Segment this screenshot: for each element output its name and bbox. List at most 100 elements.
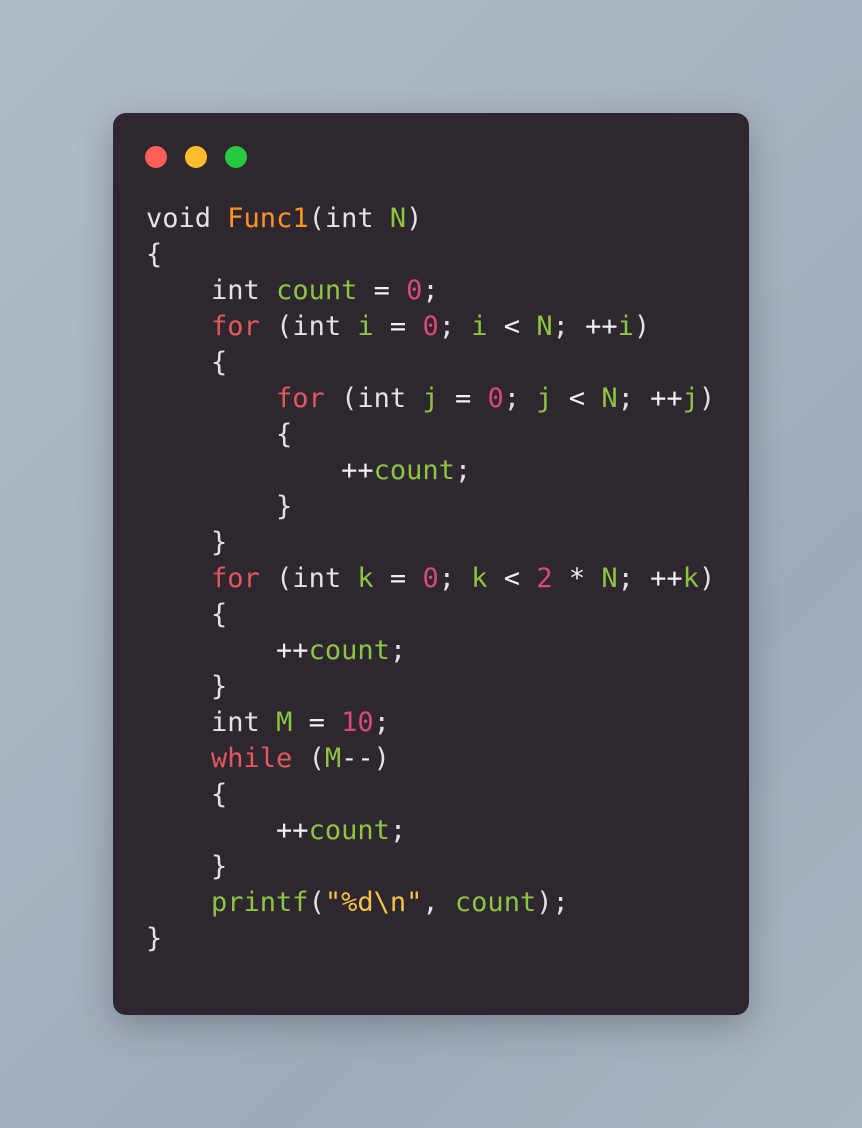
code-token-punct: ) — [698, 383, 716, 414]
code-token-num: 10 — [341, 707, 374, 738]
code-token-punct: ; — [422, 275, 439, 306]
code-line: int M = 10; — [146, 707, 390, 738]
code-token-op: < — [568, 383, 586, 414]
code-token-punct: ) — [406, 203, 423, 234]
code-token-num: 0 — [422, 311, 439, 342]
code-token-type: void — [146, 203, 212, 234]
code-token-type: int — [211, 707, 260, 738]
code-token-punct: ; — [552, 311, 569, 342]
code-token-punct: ; — [454, 455, 472, 486]
code-token-num: 0 — [406, 275, 423, 306]
code-token-punct: } — [211, 527, 228, 558]
window-titlebar — [113, 113, 749, 201]
code-token-op: * — [568, 563, 586, 594]
code-token-kw: for — [211, 563, 260, 594]
code-token-punct: { — [146, 239, 163, 270]
code-token-var: i — [617, 311, 634, 342]
code-token-punct: ; — [438, 311, 455, 342]
code-token-var: N — [601, 563, 618, 594]
code-token-punct: ( — [308, 743, 325, 774]
code-token-punct: ) — [633, 311, 651, 342]
code-token-var: count — [308, 815, 390, 846]
code-token-op: = — [389, 563, 407, 594]
code-token-var: count — [308, 635, 390, 666]
code-line: ++count; — [146, 455, 471, 486]
code-token-var: M — [324, 743, 342, 774]
code-line: for (int i = 0; i < N; ++i) — [146, 311, 650, 342]
code-token-str: "%d\n" — [324, 887, 423, 918]
code-token-punct: { — [211, 779, 228, 810]
code-token-punct: ; — [552, 887, 569, 918]
code-token-punct: , — [422, 887, 439, 918]
maximize-window-button[interactable] — [225, 146, 247, 168]
code-token-var: N — [389, 203, 407, 234]
code-line: for (int k = 0; k < 2 * N; ++k) — [146, 563, 715, 594]
screenshot-stage: void Func1(int N) { int count = 0; for (… — [0, 0, 862, 1128]
code-token-op: = — [389, 311, 407, 342]
code-line: { — [146, 347, 227, 378]
code-line: } — [146, 851, 227, 882]
code-line: for (int j = 0; j < N; ++j) — [146, 383, 715, 414]
code-token-punct: } — [276, 491, 293, 522]
code-token-punct: ( — [276, 563, 293, 594]
code-token-var: k — [471, 563, 488, 594]
code-token-var: j — [422, 383, 439, 414]
code-token-var: count — [276, 275, 358, 306]
code-token-punct: ) — [698, 563, 716, 594]
code-line: void Func1(int N) — [146, 203, 422, 234]
code-token-punct: } — [211, 671, 228, 702]
code-token-fn: Func1 — [227, 203, 309, 234]
code-token-num: 2 — [536, 563, 553, 594]
code-token-num: 0 — [422, 563, 439, 594]
code-line: { — [146, 599, 227, 630]
close-window-button[interactable] — [145, 146, 167, 168]
code-token-op: ++ — [276, 815, 309, 846]
minimize-window-button[interactable] — [185, 146, 207, 168]
source-code-block[interactable]: void Func1(int N) { int count = 0; for (… — [146, 201, 749, 957]
code-token-punct: ) — [373, 743, 390, 774]
code-token-type: int — [357, 383, 407, 414]
code-line: printf("%d\n", count); — [146, 887, 569, 918]
code-token-op: = — [373, 275, 390, 306]
code-token-punct: { — [211, 347, 228, 378]
code-token-type: int — [292, 563, 342, 594]
code-line: int count = 0; — [146, 275, 439, 306]
code-window: void Func1(int N) { int count = 0; for (… — [113, 113, 749, 1015]
code-token-punct: ) — [536, 887, 553, 918]
code-token-punct: ; — [617, 563, 634, 594]
code-token-kw: for — [211, 311, 260, 342]
code-token-punct: ( — [308, 203, 325, 234]
code-token-punct: ; — [617, 383, 634, 414]
